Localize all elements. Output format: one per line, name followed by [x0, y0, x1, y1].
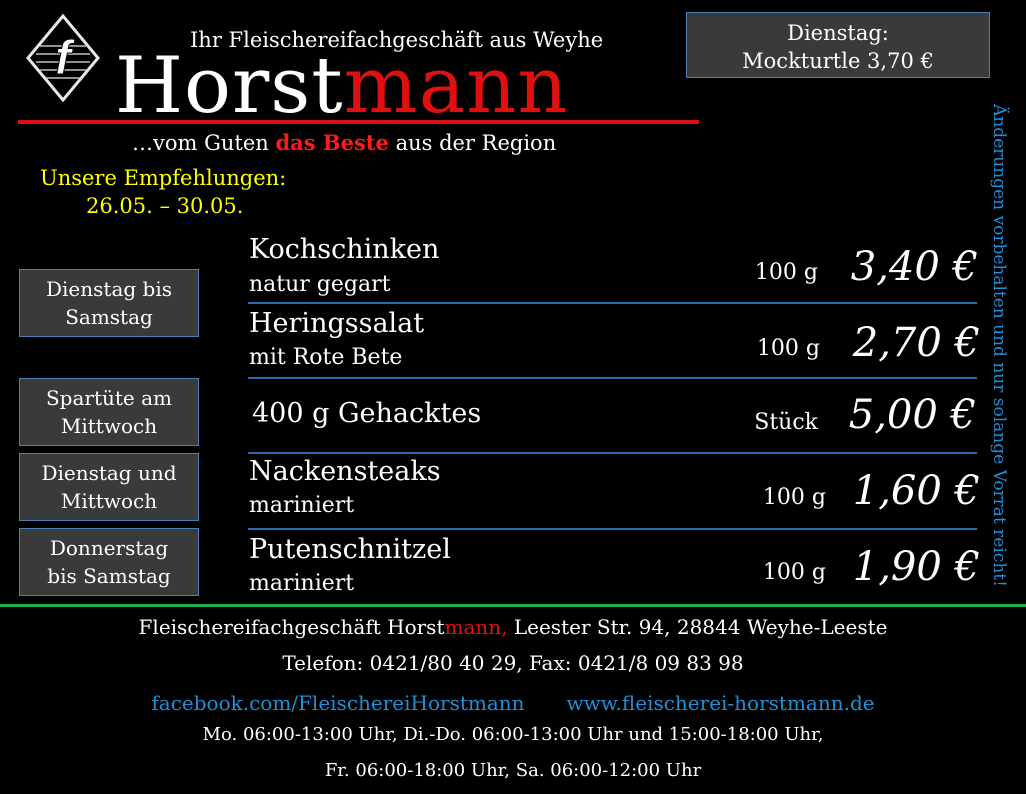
product-subtitle: natur gegart [249, 272, 391, 297]
product-unit: 100 g [756, 336, 820, 361]
footer-address-post: Leester Str. 94, 28844 Weyhe-Leeste [507, 615, 888, 639]
brand-name: Horstmann [115, 44, 569, 128]
slogan-post: aus der Region [388, 131, 557, 155]
product-unit: 100 g [762, 485, 826, 510]
recommendations-title: Unsere Empfehlungen: [40, 166, 287, 190]
daily-special-day: Dienstag: [787, 21, 889, 45]
product-subtitle: mariniert [249, 493, 355, 518]
row-separator [248, 452, 977, 454]
red-divider [18, 120, 699, 124]
product-price: 1,60 € [852, 468, 980, 514]
daybox-donnerstag-bis-samstag: Donnerstag bis Samstag [19, 528, 199, 596]
website-link[interactable]: www.fleischerei-horstmann.de [567, 691, 875, 715]
recommendations-dates: 26.05. – 30.05. [86, 194, 244, 218]
product-price: 3,40 € [850, 244, 978, 290]
product-name: 400 g Gehacktes [252, 398, 482, 429]
brand-logo: f [26, 13, 100, 103]
footer-address: Fleischereifachgeschäft Horstmann, Leest… [0, 615, 1026, 639]
slogan-highlight: das Beste [275, 130, 389, 155]
brand-name-part2: mann [343, 41, 569, 131]
footer-hours-line1: Mo. 06:00-13:00 Uhr, Di.-Do. 06:00-13:00… [202, 724, 824, 745]
product-price: 2,70 € [852, 320, 980, 366]
product-unit: 100 g [762, 560, 826, 585]
green-divider [0, 604, 1026, 607]
slogan-pre: …vom Guten [132, 131, 276, 155]
product-price: 5,00 € [848, 392, 976, 438]
daybox-line: Dienstag und [41, 461, 177, 485]
product-name: Kochschinken [249, 234, 440, 265]
footer-address-pre: Fleischereifachgeschäft Horst [138, 615, 445, 639]
product-subtitle: mit Rote Bete [249, 345, 403, 370]
product-subtitle: mariniert [249, 571, 355, 596]
facebook-link[interactable]: facebook.com/FleischereiHorstmann [151, 691, 524, 715]
daybox-line: Samstag [65, 305, 153, 329]
daybox-line: Dienstag bis [46, 277, 172, 301]
daybox-line: Mittwoch [60, 414, 158, 438]
footer-phone: Telefon: 0421/80 40 29, Fax: 0421/8 09 8… [282, 651, 744, 675]
availability-notice-text: Änderungen vorbehalten und nur solange V… [989, 103, 1009, 587]
availability-notice: Änderungen vorbehalten und nur solange V… [979, 80, 1019, 610]
daybox-line: Spartüte am [45, 386, 173, 410]
product-name: Nackensteaks [249, 456, 441, 487]
row-separator [248, 528, 977, 530]
daily-special-box: Dienstag: Mockturtle 3,70 € [686, 12, 990, 78]
footer-hours-line2: Fr. 06:00-18:00 Uhr, Sa. 06:00-12:00 Uhr [324, 760, 702, 781]
daybox-line: Mittwoch [60, 489, 158, 513]
daybox-spartuete-mittwoch: Spartüte am Mittwoch [19, 378, 199, 446]
product-unit: 100 g [754, 260, 818, 285]
slogan: …vom Guten das Beste aus der Region [132, 130, 556, 155]
product-name: Putenschnitzel [249, 534, 451, 565]
daily-special-item: Mockturtle 3,70 € [742, 49, 934, 73]
daybox-dienstag-und-mittwoch: Dienstag und Mittwoch [19, 453, 199, 521]
product-name: Heringssalat [249, 308, 425, 339]
product-unit: Stück [754, 410, 818, 435]
product-price: 1,90 € [852, 544, 980, 590]
daybox-line: Donnerstag [49, 536, 169, 560]
footer-address-red: mann, [444, 615, 508, 639]
row-separator [248, 377, 977, 379]
daybox-line: bis Samstag [47, 564, 171, 588]
daybox-dienstag-bis-samstag: Dienstag bis Samstag [19, 269, 199, 337]
brand-name-part1: Horst [115, 41, 344, 131]
footer-links: facebook.com/FleischereiHorstmann www.fle… [0, 691, 1026, 715]
row-separator [248, 302, 977, 304]
